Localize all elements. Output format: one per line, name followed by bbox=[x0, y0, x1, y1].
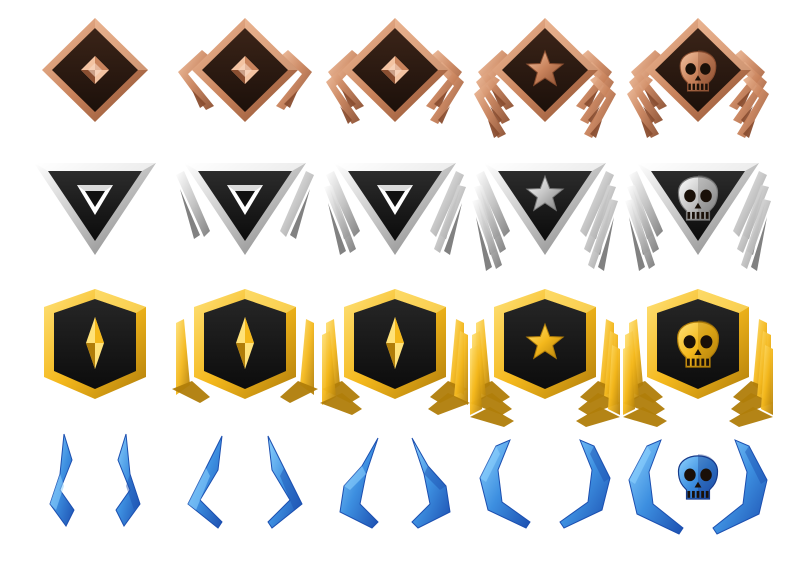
silver-rank-4-emblem bbox=[472, 163, 618, 271]
wing-frame bbox=[339, 437, 451, 529]
diamond-rank-5-emblem bbox=[628, 439, 768, 535]
left-wing-icon bbox=[479, 439, 531, 529]
gold-rank-2-emblem bbox=[172, 289, 318, 403]
bronze-rank-5-emblem bbox=[627, 18, 769, 138]
diamond-rank-4-emblem bbox=[479, 439, 611, 529]
gold-rank-3-emblem bbox=[320, 289, 470, 415]
silver-rank-2-badge bbox=[170, 157, 320, 303]
bronze-rank-1-emblem bbox=[42, 18, 148, 122]
right-wing-icon bbox=[559, 439, 611, 529]
tier-row-diamond bbox=[0, 430, 800, 576]
silver-rank-3-emblem bbox=[324, 163, 466, 255]
diamond-rank-1-badge bbox=[20, 430, 170, 576]
gold-rank-5-badge bbox=[623, 285, 773, 431]
tier-row-silver bbox=[0, 157, 800, 303]
gold-rank-4-emblem bbox=[470, 289, 620, 427]
wing-frame bbox=[479, 439, 611, 529]
silver-rank-2-emblem bbox=[176, 163, 314, 255]
silver-rank-5-emblem bbox=[625, 163, 771, 271]
gold-rank-1-badge bbox=[20, 285, 170, 431]
bronze-rank-3-badge bbox=[320, 10, 470, 156]
bronze-rank-2-emblem bbox=[178, 18, 312, 122]
diamond-rank-5-badge bbox=[623, 430, 773, 576]
bronze-rank-1-badge bbox=[20, 10, 170, 156]
diamond-rank-1-emblem bbox=[49, 433, 141, 527]
gold-rank-3-badge bbox=[320, 285, 470, 431]
gold-rank-4-badge bbox=[470, 285, 620, 431]
diamond-rank-2-emblem bbox=[187, 435, 303, 529]
wing-frame bbox=[187, 435, 303, 529]
diamond-rank-3-badge bbox=[320, 430, 470, 576]
bronze-rank-5-badge bbox=[623, 10, 773, 156]
bronze-rank-2-badge bbox=[170, 10, 320, 156]
silver-rank-1-emblem bbox=[34, 163, 156, 255]
skull-icon bbox=[677, 454, 719, 500]
bronze-rank-4-badge bbox=[470, 10, 620, 156]
diamond-rank-3-emblem bbox=[339, 437, 451, 529]
diamond-rank-4-badge bbox=[470, 430, 620, 576]
bronze-rank-4-emblem bbox=[474, 18, 616, 138]
silver-rank-5-badge bbox=[623, 157, 773, 303]
tier-row-gold bbox=[0, 285, 800, 431]
left-wing-icon bbox=[628, 439, 684, 535]
right-wing-icon bbox=[411, 437, 451, 529]
bronze-rank-3-emblem bbox=[326, 18, 464, 124]
gold-rank-2-badge bbox=[170, 285, 320, 431]
rank-badge-sheet bbox=[0, 0, 800, 586]
wing-frame bbox=[49, 433, 141, 527]
gold-rank-1-emblem bbox=[44, 289, 146, 399]
tier-row-bronze bbox=[0, 10, 800, 156]
diamond-rank-2-badge bbox=[170, 430, 320, 576]
silver-rank-1-badge bbox=[20, 157, 170, 303]
left-wing-icon bbox=[339, 437, 379, 529]
silver-rank-3-badge bbox=[320, 157, 470, 303]
silver-rank-4-badge bbox=[470, 157, 620, 303]
right-wing-icon bbox=[712, 439, 768, 535]
gold-rank-5-emblem bbox=[623, 289, 773, 427]
